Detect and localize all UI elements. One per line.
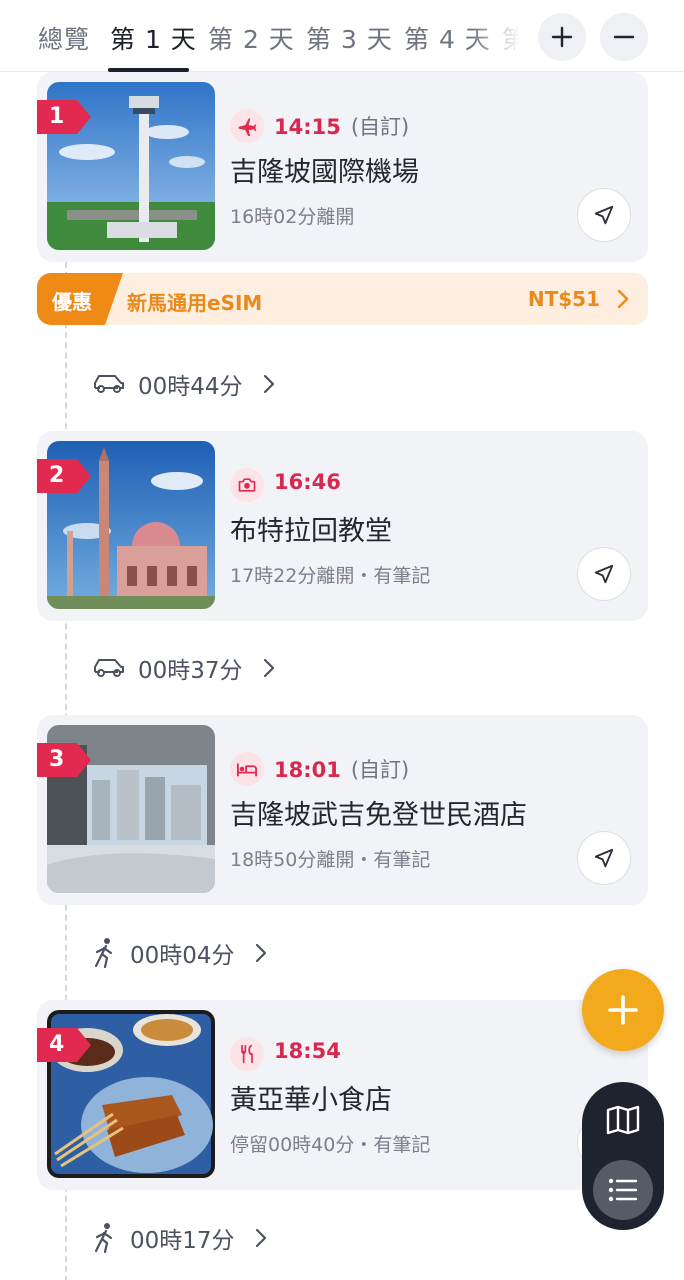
stop-name: 吉隆坡國際機場: [230, 157, 419, 188]
stop-name: 布特拉回教堂: [230, 516, 392, 547]
navigation-arrow-icon: [594, 564, 614, 584]
tab-day-2[interactable]: 第 2 天: [208, 20, 295, 56]
transport-row[interactable]: 00時44分: [92, 364, 275, 404]
minus-icon: [613, 35, 635, 39]
chevron-right-icon: [617, 289, 629, 309]
transport-row[interactable]: 00時04分: [92, 933, 267, 973]
promo-title: 新馬通用eSIM: [127, 291, 263, 315]
stop-time: 16:46: [274, 470, 341, 494]
chevron-right-icon: [255, 943, 266, 963]
stop-card[interactable]: 4 18:54 黃亞華小食店 停留00時40分・有筆記: [37, 1000, 648, 1190]
stop-time: 18:01 (自訂): [274, 758, 410, 782]
transport-row[interactable]: 00時17分: [92, 1218, 267, 1258]
map-icon: [606, 1105, 640, 1135]
navigate-button[interactable]: [577, 831, 631, 885]
car-icon: [94, 659, 124, 677]
list-icon: [608, 1178, 638, 1202]
map-view-button[interactable]: [593, 1090, 653, 1150]
camera-icon: [230, 468, 264, 502]
stop-card[interactable]: 2 16:46 布特拉回教堂 17時22分離開・有筆記: [37, 431, 648, 621]
stop-name: 黃亞華小食店: [230, 1085, 392, 1116]
tab-day-1[interactable]: 第 1 天: [110, 20, 197, 56]
list-view-button[interactable]: [593, 1160, 653, 1220]
stop-number-badge: 1: [37, 100, 91, 134]
bed-icon: [230, 752, 264, 786]
chevron-right-icon: [263, 658, 274, 678]
add-stop-button[interactable]: [582, 969, 664, 1051]
navigation-arrow-icon: [594, 205, 614, 225]
add-day-button[interactable]: [538, 13, 586, 61]
walk-icon: [94, 1223, 113, 1254]
fork-knife-icon: [230, 1037, 264, 1071]
stop-number-badge: 3: [37, 743, 91, 777]
stop-note: (自訂): [350, 115, 410, 139]
stop-subtitle: 16時02分離開: [230, 206, 355, 228]
stop-subtitle: 停留00時40分・有筆記: [230, 1134, 431, 1156]
chevron-right-icon: [255, 1228, 266, 1248]
car-icon: [94, 375, 124, 393]
stop-card[interactable]: 1 14:15 (自訂) 吉隆坡國際機場 16時02分離開: [37, 72, 648, 262]
promo-tag-label: 優惠: [52, 290, 92, 314]
navigate-button[interactable]: [577, 188, 631, 242]
stop-time: 18:54: [274, 1039, 341, 1063]
view-switcher: [582, 1082, 664, 1230]
stop-note: (自訂): [350, 758, 410, 782]
tab-overview[interactable]: 總覽: [38, 20, 90, 56]
chevron-right-icon: [263, 374, 274, 394]
transport-duration: 00時44分: [138, 374, 243, 400]
stop-card[interactable]: 3 18:01 (自訂) 吉隆坡武吉免登世民酒店 18時50分離開・有筆記: [37, 715, 648, 905]
stop-subtitle: 17時22分離開・有筆記: [230, 565, 431, 587]
stop-time: 14:15 (自訂): [274, 115, 410, 139]
promo-banner[interactable]: 優惠 新馬通用eSIM NT$51: [37, 273, 648, 325]
transport-duration: 00時17分: [130, 1228, 235, 1254]
plus-icon: [551, 26, 573, 48]
transport-duration: 00時04分: [130, 943, 235, 969]
stop-number-badge: 4: [37, 1028, 91, 1062]
stop-subtitle: 18時50分離開・有筆記: [230, 849, 431, 871]
plus-icon: [608, 995, 638, 1025]
transport-duration: 00時37分: [138, 658, 243, 684]
day-tabs: 總覽 第 1 天 第 2 天 第 3 天 第 4 天 第: [0, 0, 684, 72]
tab-day-3[interactable]: 第 3 天: [306, 20, 393, 56]
walk-icon: [94, 938, 113, 969]
transport-row[interactable]: 00時37分: [92, 648, 275, 688]
airplane-icon: [230, 109, 264, 143]
promo-price: NT$51: [527, 287, 600, 311]
stop-name: 吉隆坡武吉免登世民酒店: [230, 800, 527, 831]
tab-scroll-fade: [470, 8, 530, 64]
navigate-button[interactable]: [577, 547, 631, 601]
navigation-arrow-icon: [594, 848, 614, 868]
stop-number-badge: 2: [37, 459, 91, 493]
remove-day-button[interactable]: [600, 13, 648, 61]
